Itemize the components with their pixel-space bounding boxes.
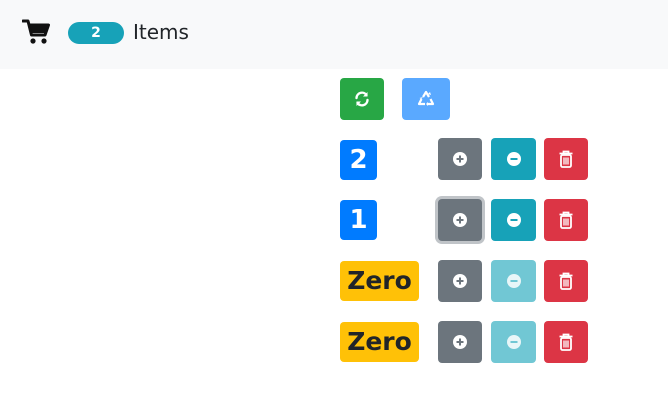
- minus-circle-icon: [506, 334, 522, 350]
- delete-button[interactable]: [544, 138, 588, 180]
- recycle-button[interactable]: [402, 78, 450, 120]
- trash-icon: [558, 333, 574, 351]
- quantity-badge: 1: [340, 200, 377, 240]
- plus-circle-icon: [452, 273, 468, 289]
- total-items-badge: 2: [68, 22, 124, 44]
- trash-icon: [558, 150, 574, 168]
- increment-button[interactable]: [438, 138, 482, 180]
- increment-button[interactable]: [438, 321, 482, 363]
- increment-button[interactable]: [438, 199, 482, 241]
- delete-button[interactable]: [544, 199, 588, 241]
- plus-circle-icon: [452, 334, 468, 350]
- trash-icon: [558, 272, 574, 290]
- decrement-button[interactable]: [491, 260, 536, 302]
- delete-button[interactable]: [544, 321, 588, 363]
- recycle-icon: [416, 89, 436, 109]
- items-label: Items: [133, 20, 189, 44]
- quantity-badge: Zero: [340, 322, 419, 362]
- minus-circle-icon: [506, 273, 522, 289]
- refresh-icon: [353, 90, 371, 108]
- shopping-cart-icon: [21, 19, 50, 45]
- plus-circle-icon: [452, 151, 468, 167]
- delete-button[interactable]: [544, 260, 588, 302]
- plus-circle-icon: [452, 212, 468, 228]
- quantity-badge: 2: [340, 140, 377, 180]
- decrement-button[interactable]: [491, 321, 536, 363]
- decrement-button[interactable]: [491, 199, 536, 241]
- quantity-badge: Zero: [340, 261, 419, 301]
- decrement-button[interactable]: [491, 138, 536, 180]
- increment-button[interactable]: [438, 260, 482, 302]
- navbar: 2 Items: [0, 0, 668, 69]
- minus-circle-icon: [506, 212, 522, 228]
- minus-circle-icon: [506, 151, 522, 167]
- refresh-button[interactable]: [340, 78, 384, 120]
- trash-icon: [558, 211, 574, 229]
